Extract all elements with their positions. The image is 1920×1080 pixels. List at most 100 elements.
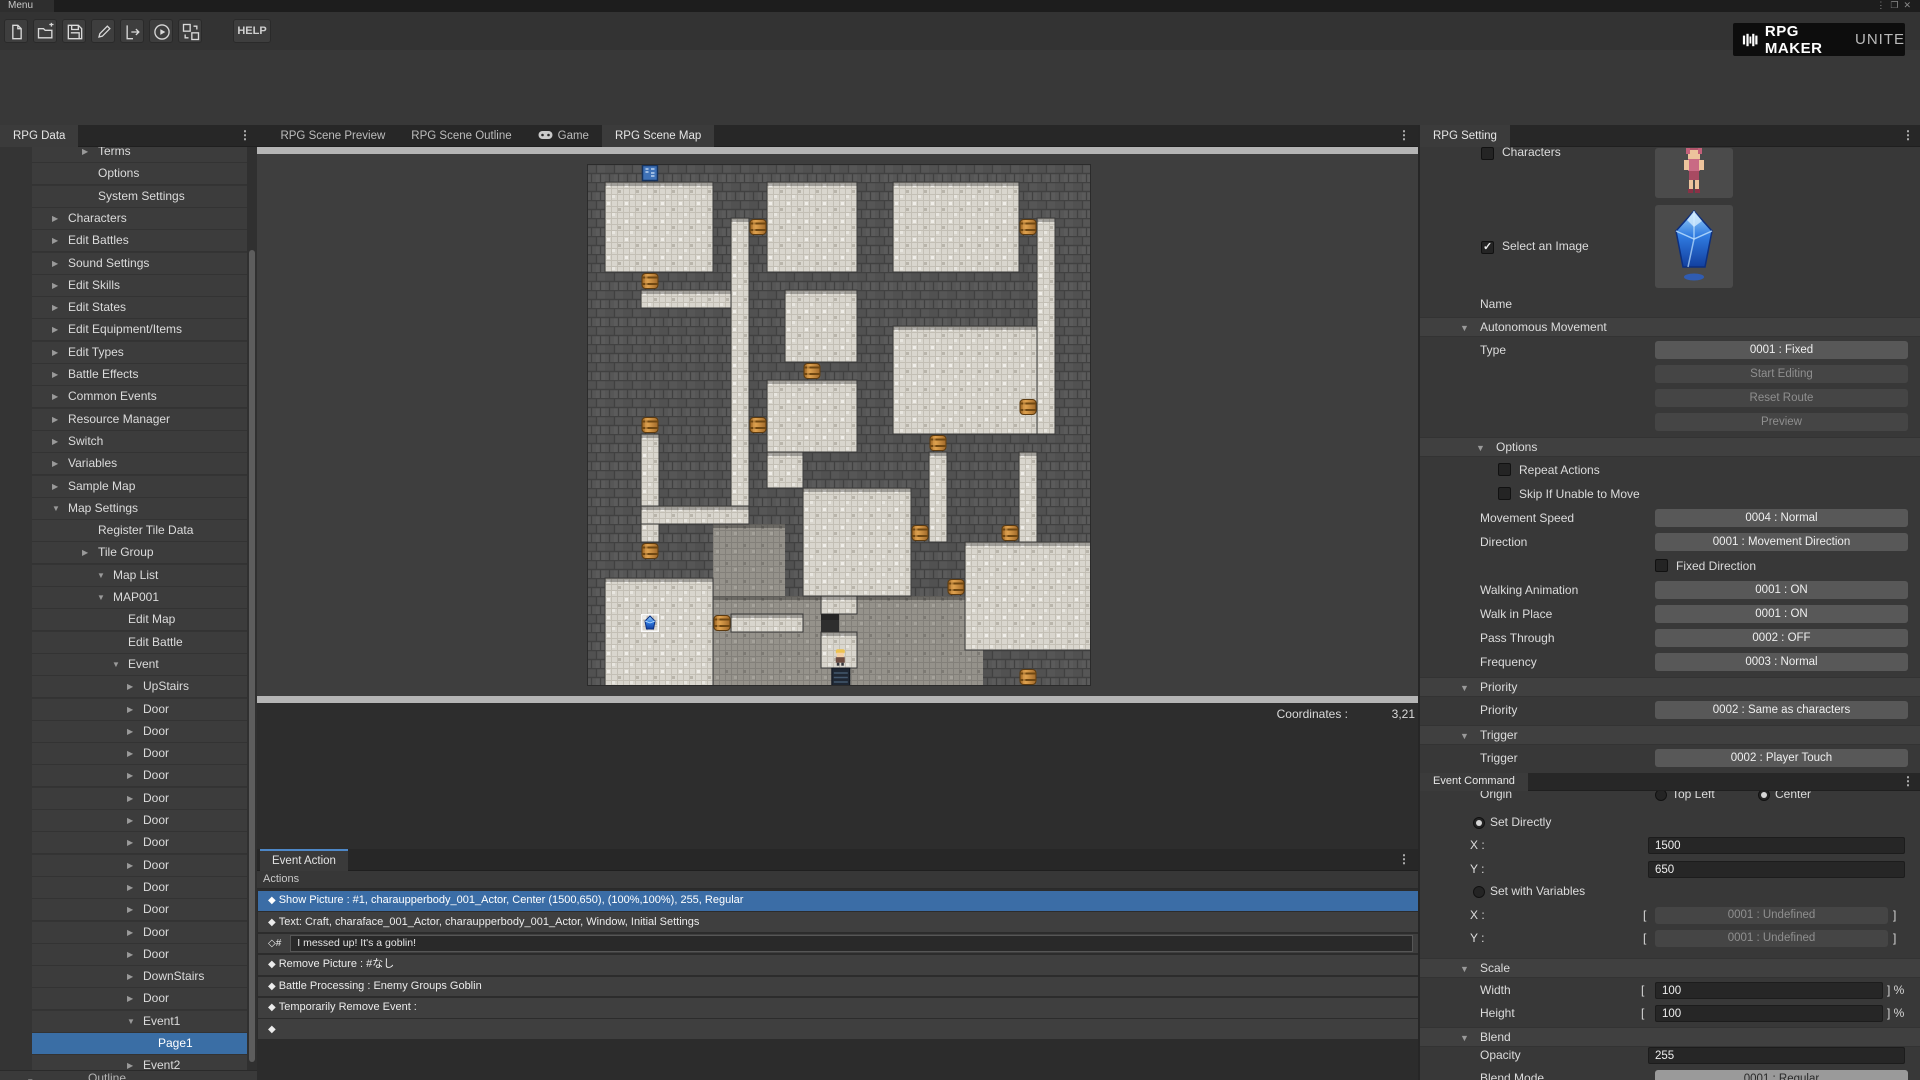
event-action-row[interactable]: ◆Temporarily Remove Event :	[258, 998, 1419, 1018]
viewport-scrollbar-bottom[interactable]	[257, 696, 1420, 703]
map-floor-room[interactable]	[605, 182, 713, 272]
crystal-image[interactable]	[1655, 205, 1733, 288]
sidebar-item-system-settings[interactable]: System Settings	[32, 186, 247, 208]
map-floor-room[interactable]	[767, 380, 857, 452]
help-button[interactable]: HELP	[233, 19, 271, 43]
outline-bar[interactable]: ▾ Outline	[0, 1070, 257, 1080]
map-barrel-door-event[interactable]	[804, 364, 820, 379]
radio-set-with-variables[interactable]	[1473, 886, 1485, 898]
message-text-field[interactable]: I messed up! It's a goblin!	[290, 935, 1413, 952]
field-value-button[interactable]: 0002 : Same as characters	[1655, 701, 1908, 719]
text-input[interactable]: 100	[1655, 1005, 1883, 1022]
map-barrel-door-event[interactable]	[912, 526, 928, 541]
sidebar-item-door[interactable]: ▶Door	[32, 832, 247, 854]
sidebar-item-page1[interactable]: Page1	[32, 1033, 247, 1055]
sidebar-item-edit-battle[interactable]: Edit Battle	[32, 632, 247, 654]
sidebar-item-map001[interactable]: ▼MAP001	[32, 587, 247, 609]
event-action-row[interactable]: ◆Show Picture : #1, charaupperbody_001_A…	[258, 891, 1419, 911]
map-barrel-door-event[interactable]	[642, 274, 658, 289]
tab-rpg-scene-outline[interactable]: RPG Scene Outline	[398, 125, 524, 147]
sidebar-item-event1[interactable]: ▼Event1	[32, 1011, 247, 1033]
event-action-row[interactable]: ◆Remove Picture : #なし	[258, 955, 1419, 975]
tab-rpg-scene-preview[interactable]: RPG Scene Preview	[267, 125, 398, 147]
sidebar-item-variables[interactable]: ▶Variables	[32, 453, 247, 475]
radio-set-directly[interactable]	[1473, 817, 1485, 829]
map-downstairs-tile[interactable]	[832, 668, 850, 686]
sidebar-item-edit-map[interactable]: Edit Map	[32, 609, 247, 631]
chevron-down-icon[interactable]: ▼	[1460, 683, 1469, 693]
radio-top-left[interactable]	[1655, 791, 1667, 801]
map-barrel-door-event[interactable]	[642, 418, 658, 433]
tab-game[interactable]: Game	[525, 125, 602, 147]
event-action-row[interactable]: ◆Text: Craft, charaface_001_Actor, chara…	[258, 912, 1419, 932]
kebab-icon[interactable]: ⋮	[1398, 128, 1410, 142]
map-barrel-door-event[interactable]	[1002, 526, 1018, 541]
field-value-button[interactable]: 0001 : ON	[1655, 605, 1908, 623]
sidebar-item-resource-manager[interactable]: ▶Resource Manager	[32, 409, 247, 431]
reset-route-button[interactable]: Reset Route	[1655, 389, 1908, 407]
tile-map[interactable]	[587, 164, 1091, 686]
sidebar-item-options[interactable]: Options	[32, 163, 247, 185]
select-image-checkbox[interactable]	[1481, 241, 1494, 254]
sidebar-item-battle-effects[interactable]: ▶Battle Effects	[32, 364, 247, 386]
sidebar-item-door[interactable]: ▶Door	[32, 944, 247, 966]
map-barrel-door-event[interactable]	[1020, 220, 1036, 235]
characters-checkbox[interactable]	[1481, 147, 1494, 160]
sidebar-item-event[interactable]: ▼Event	[32, 654, 247, 676]
tab-rpg-setting[interactable]: RPG Setting	[1420, 125, 1510, 147]
sidebar-item-door[interactable]: ▶Door	[32, 877, 247, 899]
checkbox[interactable]	[1655, 559, 1668, 572]
menu-button[interactable]: Menu	[0, 0, 54, 12]
sidebar-item-door[interactable]: ▶Door	[32, 699, 247, 721]
map-barrel-door-event[interactable]	[750, 418, 766, 433]
map-floor-room[interactable]	[767, 452, 803, 488]
sidebar-item-sample-map[interactable]: ▶Sample Map	[32, 476, 247, 498]
sidebar-item-upstairs[interactable]: ▶UpStairs	[32, 676, 247, 698]
map-floor-room[interactable]	[965, 542, 1091, 650]
event-action-row[interactable]: ◇#I messed up! It's a goblin!	[258, 934, 1419, 954]
radio-center[interactable]	[1758, 791, 1770, 801]
sidebar-item-door[interactable]: ▶Door	[32, 922, 247, 944]
sidebar-item-switch[interactable]: ▶Switch	[32, 431, 247, 453]
play-button[interactable]	[149, 19, 173, 43]
kebab-icon[interactable]: ⋮	[239, 128, 251, 142]
field-value-button[interactable]: 0002 : OFF	[1655, 629, 1908, 647]
tab-rpg-data[interactable]: RPG Data	[0, 125, 78, 147]
kebab-icon[interactable]: ⋮	[1902, 128, 1914, 142]
sidebar-item-tile-group[interactable]: ▶Tile Group	[32, 542, 247, 564]
tab-event-command[interactable]: Event Command	[1420, 773, 1528, 791]
field-value-button[interactable]: 0003 : Normal	[1655, 653, 1908, 671]
field-value-button[interactable]: 0001 : ON	[1655, 581, 1908, 599]
map-floor-room[interactable]	[893, 182, 1019, 272]
sidebar-item-door[interactable]: ▶Door	[32, 765, 247, 787]
text-input[interactable]: 650	[1648, 861, 1905, 878]
sidebar-item-downstairs[interactable]: ▶DownStairs	[32, 966, 247, 988]
sidebar-item-edit-types[interactable]: ▶Edit Types	[32, 342, 247, 364]
map-barrel-door-event[interactable]	[750, 220, 766, 235]
map-doorway-tile[interactable]	[821, 614, 839, 632]
sidebar-item-door[interactable]: ▶Door	[32, 855, 247, 877]
map-floor-room[interactable]	[1019, 452, 1037, 542]
sidebar-item-common-events[interactable]: ▶Common Events	[32, 386, 247, 408]
sidebar-item-register-tile-data[interactable]: Register Tile Data	[32, 520, 247, 542]
tab-rpg-scene-map[interactable]: RPG Scene Map	[602, 125, 714, 147]
map-barrel-door-event[interactable]	[1020, 670, 1036, 685]
map-floor-room[interactable]	[785, 290, 857, 362]
sidebar-item-sound-settings[interactable]: ▶Sound Settings	[32, 253, 247, 275]
window-controls[interactable]: ⋮❐✕	[1876, 0, 1916, 12]
map-floor-room[interactable]	[893, 326, 1037, 434]
chevron-down-icon[interactable]: ▼	[1460, 1033, 1469, 1043]
map-barrel-door-event[interactable]	[1020, 400, 1036, 415]
layout-swap-button[interactable]	[178, 19, 202, 43]
variable-button[interactable]: 0001 : Undefined	[1655, 930, 1888, 947]
map-barrel-door-event[interactable]	[714, 616, 730, 631]
field-value-button[interactable]: 0004 : Normal	[1655, 509, 1908, 527]
checkbox[interactable]	[1498, 463, 1511, 476]
window-icon[interactable]: ❐	[1890, 0, 1903, 10]
sidebar-item-edit-equipment-items[interactable]: ▶Edit Equipment/Items	[32, 319, 247, 341]
open-project-button[interactable]	[33, 19, 57, 43]
preview-button[interactable]: Preview	[1655, 413, 1908, 431]
map-floor-room[interactable]	[641, 434, 659, 542]
field-value-button[interactable]: 0001 : Fixed	[1655, 341, 1908, 359]
edit-button[interactable]	[91, 19, 115, 43]
